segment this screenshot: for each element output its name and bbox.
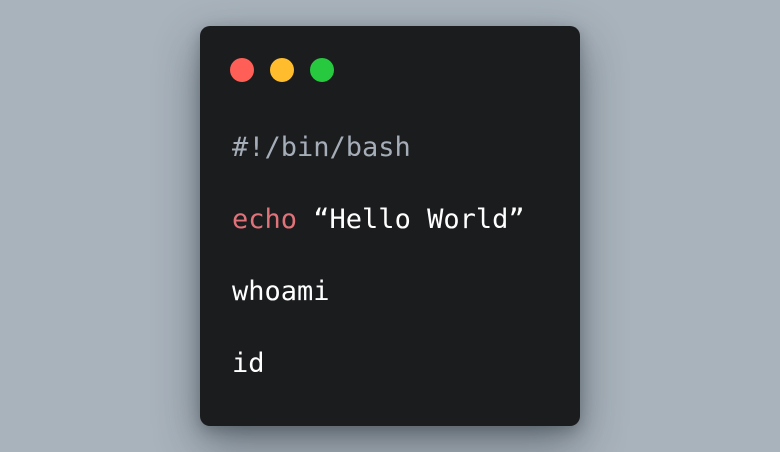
code-line-whoami: whoami bbox=[232, 274, 525, 346]
code-line-shebang: #!/bin/bash bbox=[232, 130, 525, 202]
code-line-echo: echo “Hello World” bbox=[232, 202, 525, 274]
whoami-command: whoami bbox=[232, 276, 330, 307]
shebang-token: #!/bin/bash bbox=[232, 132, 411, 163]
terminal-window: #!/bin/bash echo “Hello World” whoami id bbox=[200, 26, 580, 426]
code-block: #!/bin/bash echo “Hello World” whoami id bbox=[232, 130, 525, 418]
id-command: id bbox=[232, 348, 265, 379]
code-line-id: id bbox=[232, 346, 525, 418]
echo-keyword: echo bbox=[232, 204, 298, 235]
minimize-button[interactable] bbox=[270, 58, 294, 82]
close-button[interactable] bbox=[230, 58, 254, 82]
maximize-button[interactable] bbox=[310, 58, 334, 82]
echo-argument: “Hello World” bbox=[297, 204, 525, 235]
window-controls bbox=[230, 58, 334, 82]
